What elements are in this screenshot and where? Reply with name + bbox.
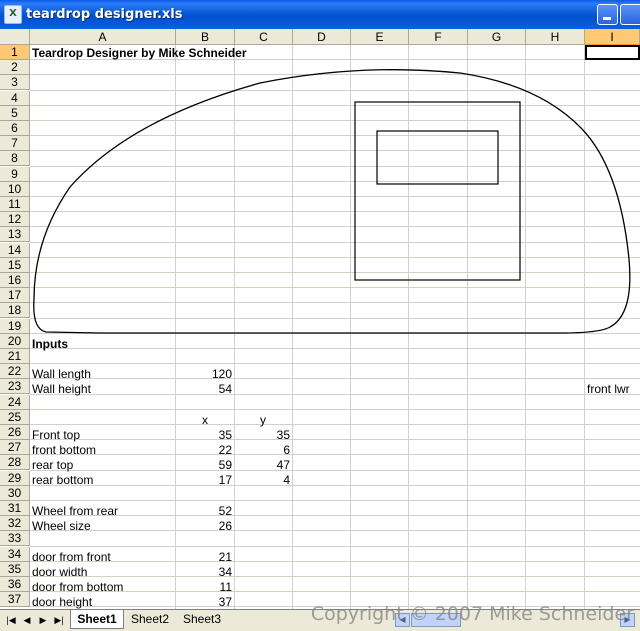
title-bar: X teardrop designer.xls [0, 0, 640, 29]
excel-icon[interactable]: X [4, 5, 22, 24]
prev-sheet-button[interactable]: ◀ [20, 613, 34, 627]
minimize-icon [603, 17, 611, 20]
tab-sheet3[interactable]: Sheet3 [178, 610, 226, 628]
next-sheet-button[interactable]: ▶ [36, 613, 50, 627]
last-sheet-button[interactable]: ▶| [52, 613, 66, 627]
window-title: teardrop designer.xls [26, 7, 183, 22]
minimize-button[interactable] [597, 4, 618, 25]
teardrop-drawing[interactable] [0, 29, 640, 609]
worksheet-grid[interactable]: A B C D E F G H I 1 2 3 4 5 6 7 8 9 10 11 12 13 14 15 1… [0, 29, 640, 609]
teardrop-outline [33, 69, 631, 334]
copyright-watermark: Copyright © 2007 Mike Schneider [310, 603, 634, 625]
maximize-button[interactable] [620, 4, 640, 25]
first-sheet-button[interactable]: |◀ [4, 613, 18, 627]
tab-sheet1[interactable]: Sheet1 [70, 610, 124, 629]
tab-sheet2[interactable]: Sheet2 [126, 610, 174, 628]
window-outline [376, 130, 499, 185]
door-outline [354, 101, 521, 281]
